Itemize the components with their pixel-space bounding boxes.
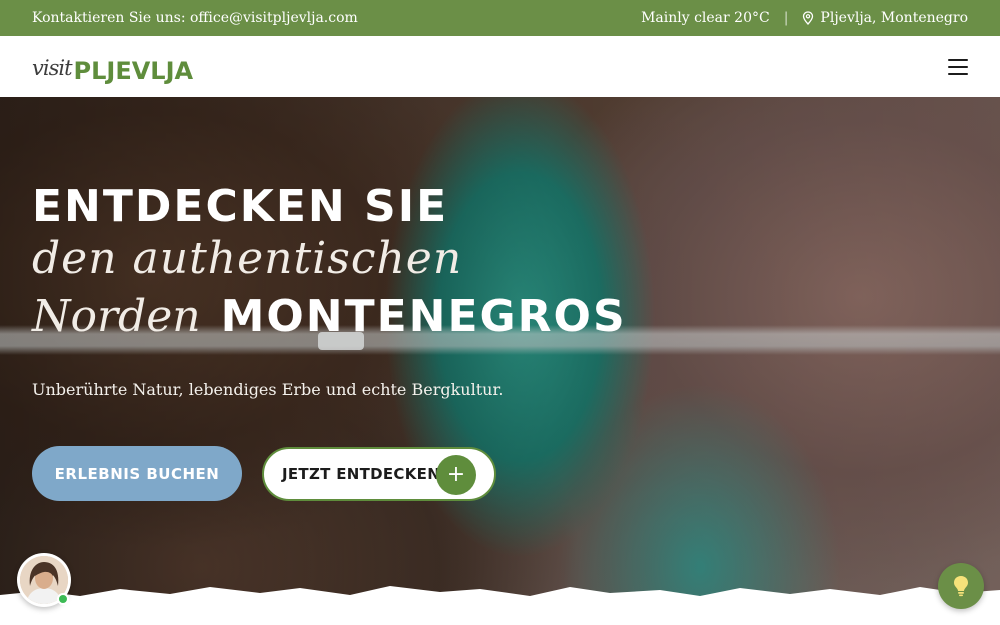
site-header: visit PLJEVLJA — [0, 36, 1000, 97]
top-bar: Kontaktieren Sie uns: office@visitpljevl… — [0, 0, 1000, 36]
hamburger-menu-icon[interactable] — [948, 58, 968, 75]
logo-name: PLJEVLJA — [73, 56, 194, 85]
online-status-dot — [57, 593, 69, 605]
separator: | — [783, 10, 789, 26]
top-bar-right: Mainly clear 20°C | Pljevlja, Montenegro — [641, 10, 968, 26]
discover-button-label: JETZT ENTDECKEN — [282, 465, 441, 483]
location: Pljevlja, Montenegro — [802, 10, 968, 26]
logo-script: visit — [32, 55, 73, 80]
map-pin-icon — [803, 11, 814, 25]
hero-subtitle: Unberührte Natur, lebendiges Erbe und ec… — [32, 380, 504, 399]
menu-line — [948, 72, 968, 75]
torn-paper-edge — [0, 586, 1000, 625]
hero-headline: ENTDECKEN SIE den authentischen Norden M… — [32, 181, 627, 400]
headline-line-3: Norden MONTENEGROS — [32, 291, 627, 342]
headline-script-word: Norden — [32, 291, 201, 342]
headline-caps-word: MONTENEGROS — [220, 291, 627, 342]
hero-section: ENTDECKEN SIE den authentischen Norden M… — [0, 97, 1000, 625]
menu-line — [948, 58, 968, 61]
menu-line — [948, 65, 968, 68]
contact-info[interactable]: Kontaktieren Sie uns: office@visitpljevl… — [32, 10, 358, 26]
headline-line-2: den authentischen — [32, 233, 463, 284]
weather-text: Mainly clear 20°C — [641, 10, 770, 26]
location-text: Pljevlja, Montenegro — [820, 10, 968, 26]
chat-avatar[interactable] — [17, 553, 71, 607]
plus-icon: + — [436, 455, 476, 495]
discover-now-button[interactable]: JETZT ENTDECKEN + — [262, 447, 496, 501]
site-logo[interactable]: visit PLJEVLJA — [32, 49, 193, 85]
headline-line-1: ENTDECKEN SIE — [32, 181, 449, 232]
book-experience-button[interactable]: ERLEBNIS BUCHEN — [32, 446, 242, 501]
lightbulb-icon[interactable] — [938, 563, 984, 609]
lightbulb-glyph — [954, 576, 968, 597]
